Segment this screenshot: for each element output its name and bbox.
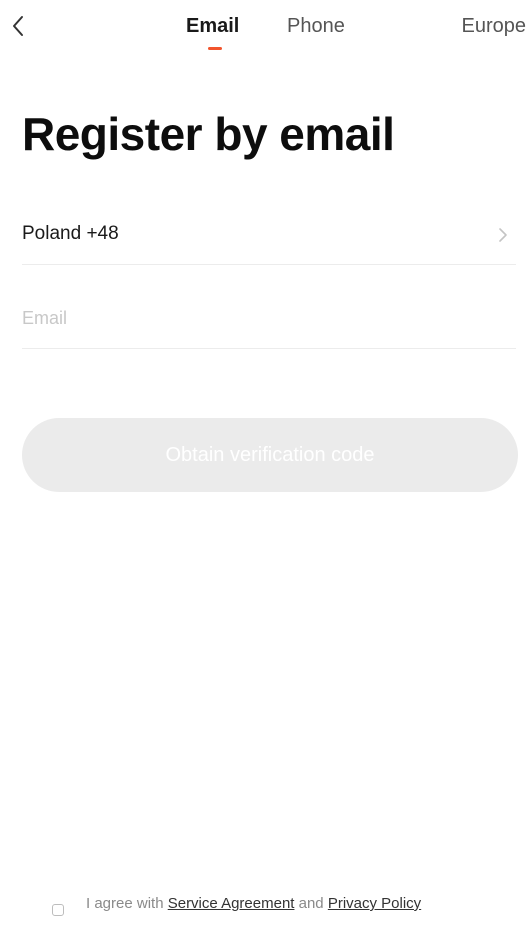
page-title: Register by email [22,108,395,160]
active-tab-indicator [208,47,222,50]
agreement-checkbox[interactable] [52,904,64,916]
region-selector[interactable]: Europe [462,14,527,38]
email-field-row [22,292,516,349]
email-input[interactable] [22,300,502,336]
country-selector[interactable]: Poland +48 [22,212,516,265]
tab-email[interactable]: Email [186,14,239,38]
chevron-right-icon [499,228,507,242]
register-screen: Email Phone Europe Register by email Pol… [0,0,528,940]
obtain-verification-code-button[interactable]: Obtain verification code [22,418,518,492]
agreement-text: I agree with Service Agreement and Priva… [86,893,506,914]
agreement-prefix: I agree with [86,895,168,912]
top-navigation-bar: Email Phone Europe [0,0,528,56]
chevron-left-icon [13,16,23,36]
agreement-middle: and [294,895,328,912]
tab-phone[interactable]: Phone [287,14,345,38]
service-agreement-link[interactable]: Service Agreement [168,895,295,912]
country-code-label: Poland +48 [22,223,119,244]
privacy-policy-link[interactable]: Privacy Policy [328,895,421,912]
back-button[interactable] [4,10,32,42]
